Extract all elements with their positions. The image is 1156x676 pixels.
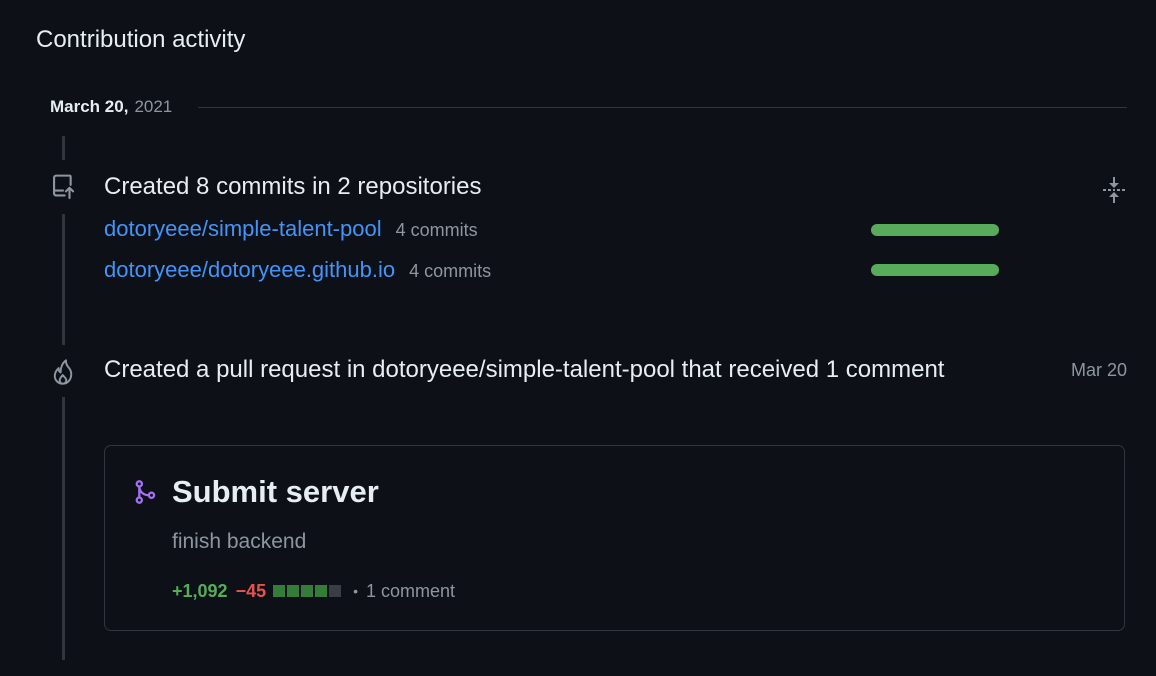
git-merge-icon [132,479,158,505]
comment-count-link[interactable]: 1 comment [366,581,455,602]
repo-row: dotoryeee/simple-talent-pool 4 commits [104,216,478,244]
timeline-line [62,214,65,345]
repo-link[interactable]: dotoryeee/dotoryeee.github.io [104,257,395,283]
repo-link[interactable]: dotoryeee/simple-talent-pool [104,216,382,242]
pr-title-link[interactable]: Submit server [172,474,379,510]
diffstat-block [273,585,286,597]
deletions-count: −45 [235,580,267,601]
timeline-line [62,136,65,160]
diffstat-block [287,585,300,597]
diffstat-block [329,585,342,597]
date-month-day: March 20, [50,97,129,116]
flame-icon [48,357,78,387]
pr-date: Mar 20 [1070,360,1127,380]
fold-icon [1103,177,1125,203]
diffstat-block [315,585,328,597]
separator-dot: • [353,583,359,599]
diffstat [273,585,343,597]
commit-share-bar [871,264,999,276]
commit-count[interactable]: 4 commits [409,261,491,282]
additions-count: +1,092 [172,580,228,601]
collapse-button[interactable] [1100,174,1128,206]
pr-body: finish backend [172,530,307,553]
commit-count[interactable]: 4 commits [396,220,478,241]
date-divider [198,106,1127,108]
repo-push-icon [48,172,78,202]
timeline-line [62,397,65,660]
commit-share-bar [871,224,999,236]
section-heading: Contribution activity [36,26,246,53]
date-year: 2021 [134,97,173,116]
commits-title: Created 8 commits in 2 repositories [104,173,482,200]
pr-stats: +1,092 −45 • 1 comment [172,578,455,604]
date-header: March 20, 2021 [50,94,1127,120]
repo-row: dotoryeee/dotoryeee.github.io 4 commits [104,257,491,285]
pr-activity-title: Created a pull request in dotoryeee/simp… [104,356,945,383]
diffstat-block [301,585,314,597]
